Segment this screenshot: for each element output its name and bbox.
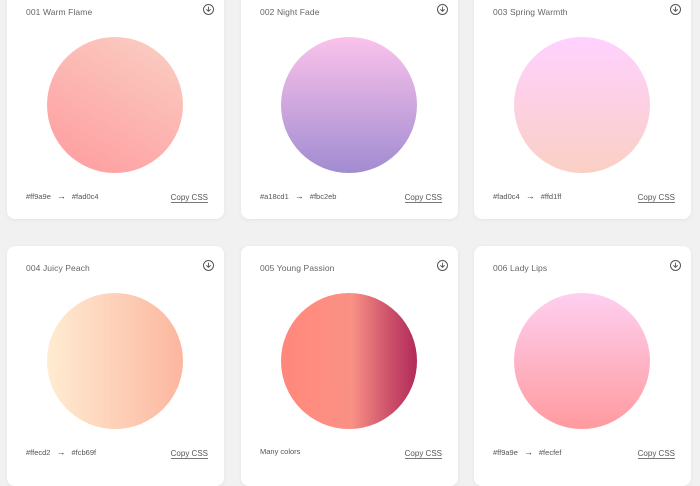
gradient-title: 005 Young Passion	[260, 263, 335, 273]
gradient-colors: #a18cd1 → #fbc2eb	[260, 191, 336, 201]
arrow-icon: →	[525, 191, 535, 201]
color-from: #fad0c4	[493, 191, 520, 201]
download-icon[interactable]	[670, 4, 681, 15]
arrow-icon: →	[56, 447, 66, 457]
copy-css-button[interactable]: Copy CSS	[637, 193, 675, 203]
copy-css-button[interactable]: Copy CSS	[404, 193, 442, 203]
gradient-colors: #fad0c4 → #ffd1ff	[493, 191, 561, 201]
copy-css-button[interactable]: Copy CSS	[170, 449, 208, 459]
gradient-preview[interactable]	[281, 293, 417, 429]
copy-css-button[interactable]: Copy CSS	[404, 449, 442, 459]
gradient-colors: #ffecd2 → #fcb69f	[26, 447, 96, 457]
gradient-card: 001 Warm Flame #ff9a9e → #fad0c4 Copy CS…	[7, 0, 224, 219]
gradient-title: 004 Juicy Peach	[26, 263, 90, 273]
gradient-colors: #ff9a9e → #fecfef	[493, 447, 561, 457]
gradient-title: 003 Spring Warmth	[493, 7, 568, 17]
copy-css-button[interactable]: Copy CSS	[637, 449, 675, 459]
color-from: #ff9a9e	[26, 191, 51, 201]
gradient-preview[interactable]	[514, 293, 650, 429]
color-from: #ffecd2	[26, 447, 51, 457]
gradient-card: 004 Juicy Peach #ffecd2 → #fcb69f Copy C…	[7, 246, 224, 486]
arrow-icon: →	[294, 191, 304, 201]
gradient-preview[interactable]	[47, 37, 183, 173]
color-to: #fad0c4	[71, 191, 99, 201]
gradient-card: 006 Lady Lips #ff9a9e → #fecfef Copy CSS	[474, 246, 691, 486]
color-from: #a18cd1	[260, 191, 289, 201]
download-icon[interactable]	[203, 4, 214, 15]
color-from: #ff9a9e	[493, 447, 518, 457]
gradient-preview[interactable]	[47, 293, 183, 429]
gradient-preview[interactable]	[514, 37, 650, 173]
arrow-icon: →	[56, 191, 66, 201]
gradient-card: 005 Young Passion Many colors Copy CSS	[241, 246, 458, 486]
download-icon[interactable]	[437, 260, 448, 271]
download-icon[interactable]	[437, 4, 448, 15]
many-colors-label: Many colors	[260, 447, 301, 456]
gradient-card: 002 Night Fade #a18cd1 → #fbc2eb Copy CS…	[241, 0, 458, 219]
gradient-title: 001 Warm Flame	[26, 7, 93, 17]
gradient-title: 002 Night Fade	[260, 7, 320, 17]
gradient-preview[interactable]	[281, 37, 417, 173]
download-icon[interactable]	[203, 260, 214, 271]
gradient-card: 003 Spring Warmth #fad0c4 → #ffd1ff Copy…	[474, 0, 691, 219]
arrow-icon: →	[523, 447, 533, 457]
gradient-title: 006 Lady Lips	[493, 263, 548, 273]
color-to: #ffd1ff	[540, 191, 562, 201]
color-to: #fbc2eb	[309, 191, 337, 201]
color-to: #fcb69f	[71, 447, 97, 457]
color-to: #fecfef	[538, 447, 562, 457]
copy-css-button[interactable]: Copy CSS	[170, 193, 208, 203]
gradient-colors: #ff9a9e → #fad0c4	[26, 191, 99, 201]
download-icon[interactable]	[670, 260, 681, 271]
